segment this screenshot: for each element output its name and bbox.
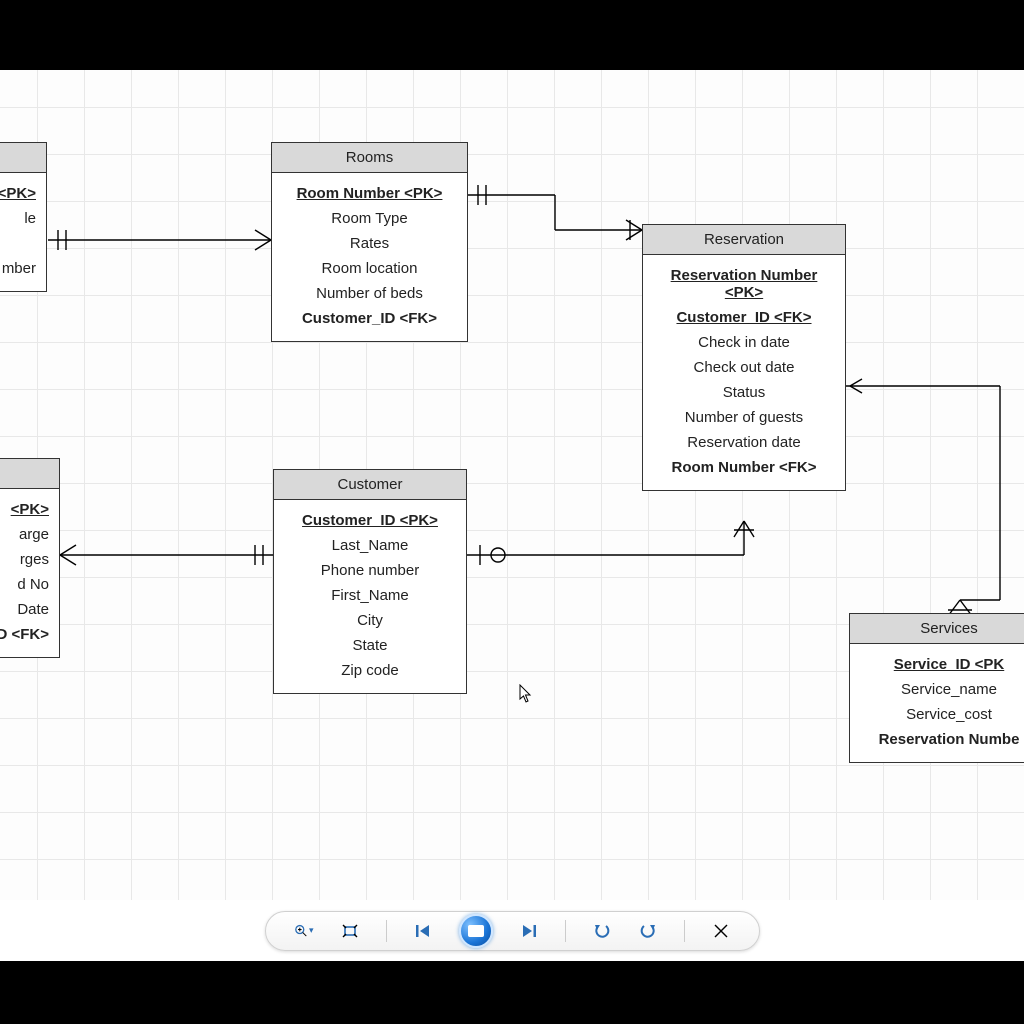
entity-services[interactable]: Services Service_ID <PK Service_name Ser…	[849, 613, 1024, 763]
attr: Service_ID <PK	[858, 652, 1024, 677]
attr: D <FK>	[0, 622, 51, 647]
attr: State	[282, 633, 458, 658]
attr: Phone number	[282, 558, 458, 583]
attr: Number of guests	[651, 405, 837, 430]
toolbar-separator	[565, 920, 566, 942]
attr: rges	[0, 547, 51, 572]
letterbox-top	[0, 0, 1024, 70]
attr: Reservation Number <PK>	[651, 263, 837, 305]
cursor-icon	[519, 684, 533, 704]
entity-body: Reservation Number <PK> Customer_ID <FK>…	[643, 255, 845, 490]
attr: First_Name	[282, 583, 458, 608]
attr: Service_cost	[858, 702, 1024, 727]
attr	[0, 231, 38, 256]
attr: Last_Name	[282, 533, 458, 558]
attr: Check out date	[651, 355, 837, 380]
entity-body: Room Number <PK> Room Type Rates Room lo…	[272, 173, 467, 341]
entity-customer[interactable]: Customer Customer_ID <PK> Last_Name Phon…	[273, 469, 467, 694]
first-icon[interactable]	[413, 921, 433, 941]
entity-body: Service_ID <PK Service_name Service_cost…	[850, 644, 1024, 762]
attr: d No	[0, 572, 51, 597]
attr: <PK>	[0, 181, 38, 206]
last-icon[interactable]	[519, 921, 539, 941]
attr: Service_name	[858, 677, 1024, 702]
diagram-canvas[interactable]: s <PK> le mber Rooms Room Number <PK> Ro…	[0, 70, 1024, 900]
screen-icon	[468, 925, 484, 937]
attr: Date	[0, 597, 51, 622]
attr: Customer_ID <PK>	[282, 508, 458, 533]
entity-body: Customer_ID <PK> Last_Name Phone number …	[274, 500, 466, 693]
player-toolbar: ▾	[265, 911, 760, 951]
letterbox-bottom	[0, 961, 1024, 1024]
attr: mber	[0, 256, 38, 281]
entity-reservation[interactable]: Reservation Reservation Number <PK> Cust…	[642, 224, 846, 491]
redo-icon[interactable]	[638, 921, 658, 941]
entity-partial-b[interactable]: g <PK> arge rges d No Date D <FK>	[0, 458, 60, 658]
attr: le	[0, 206, 38, 231]
attr: Customer_ID <FK>	[280, 306, 459, 331]
undo-icon[interactable]	[592, 921, 612, 941]
entity-header: Customer	[274, 470, 466, 500]
zoom-icon[interactable]: ▾	[294, 921, 314, 941]
entity-header: s	[0, 143, 46, 173]
attr: <PK>	[0, 497, 51, 522]
entity-partial-a[interactable]: s <PK> le mber	[0, 142, 47, 292]
entity-body: <PK> le mber	[0, 173, 46, 291]
attr: Room location	[280, 256, 459, 281]
toolbar-area: ▾	[0, 900, 1024, 961]
attr: Rates	[280, 231, 459, 256]
play-button[interactable]	[459, 914, 493, 948]
attr: Zip code	[282, 658, 458, 683]
attr: Room Number <PK>	[280, 181, 459, 206]
entity-rooms[interactable]: Rooms Room Number <PK> Room Type Rates R…	[271, 142, 468, 342]
toolbar-separator	[684, 920, 685, 942]
attr: Room Type	[280, 206, 459, 231]
entity-header: Services	[850, 614, 1024, 644]
attr: Reservation date	[651, 430, 837, 455]
attr: Number of beds	[280, 281, 459, 306]
fit-screen-icon[interactable]	[340, 921, 360, 941]
close-icon[interactable]	[711, 921, 731, 941]
attr: Check in date	[651, 330, 837, 355]
diagram-viewport[interactable]: s <PK> le mber Rooms Room Number <PK> Ro…	[0, 70, 1024, 900]
entity-header: g	[0, 459, 59, 489]
entity-body: <PK> arge rges d No Date D <FK>	[0, 489, 59, 657]
attr: City	[282, 608, 458, 633]
attr: Customer_ID <FK>	[651, 305, 837, 330]
attr: Reservation Numbe	[858, 727, 1024, 752]
connectors	[0, 70, 1024, 900]
attr: Status	[651, 380, 837, 405]
entity-header: Reservation	[643, 225, 845, 255]
attr: arge	[0, 522, 51, 547]
attr: Room Number <FK>	[651, 455, 837, 480]
entity-header: Rooms	[272, 143, 467, 173]
toolbar-separator	[386, 920, 387, 942]
